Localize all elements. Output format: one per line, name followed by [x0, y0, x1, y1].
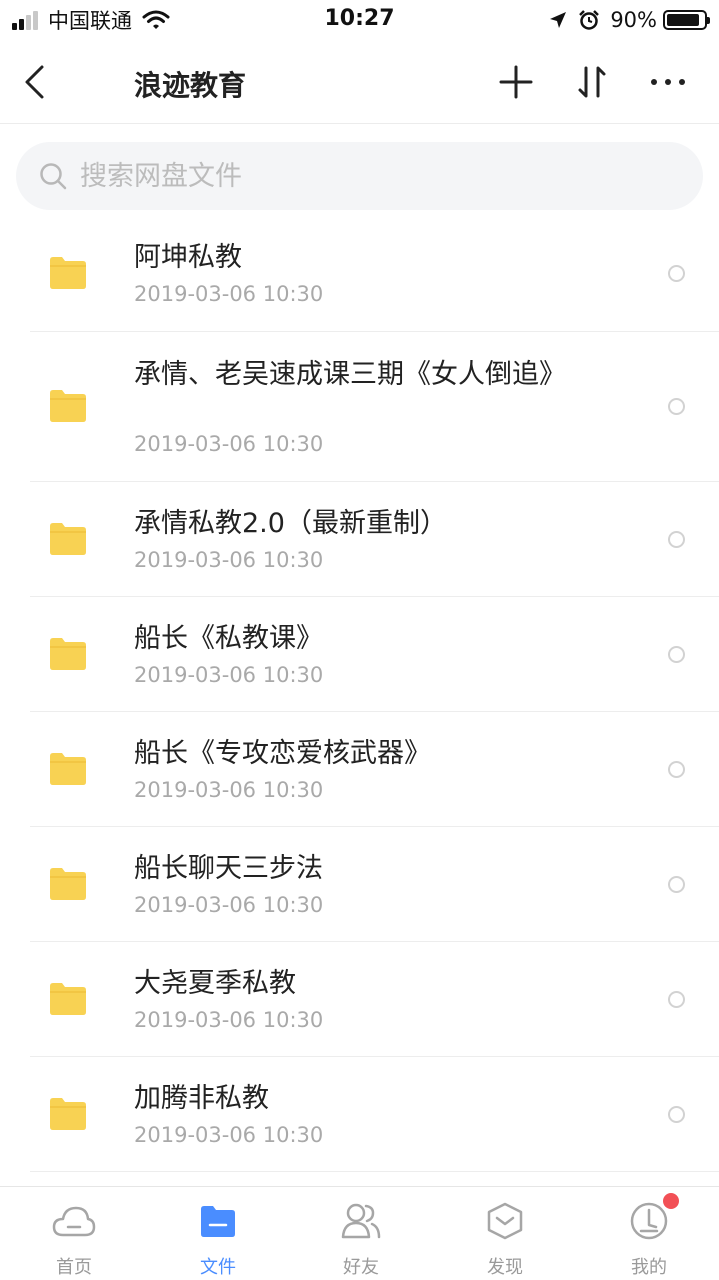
file-name: 阿坤私教 [134, 242, 242, 273]
select-radio[interactable] [668, 760, 685, 778]
sort-icon [578, 66, 606, 98]
select-radio[interactable] [668, 265, 685, 282]
select-radio[interactable] [668, 530, 685, 548]
nav-bar: 浪迹教育 [0, 40, 719, 124]
tab-friends[interactable]: 好友 [311, 1187, 411, 1280]
battery-percent: 90% [610, 8, 657, 32]
plus-icon [499, 65, 533, 99]
file-name: 船长《私教课》 [134, 623, 323, 654]
file-date: 2019-03-06 10:30 [134, 1008, 324, 1032]
file-row[interactable]: 加腾非私教 2019-03-06 10:30 [0, 1057, 719, 1172]
status-right: 90% [548, 6, 710, 34]
add-button[interactable] [494, 60, 538, 104]
file-date: 2019-03-06 10:30 [134, 1123, 324, 1147]
discover-icon [485, 1201, 525, 1241]
folder-icon [50, 522, 86, 559]
file-row[interactable]: 承情私教2.0（最新重制） 2019-03-06 10:30 [0, 482, 719, 597]
folder-icon [50, 867, 86, 904]
status-bar: 中国联通 10:27 90% [0, 0, 719, 40]
cloud-icon [52, 1201, 96, 1241]
tab-label: 我的 [631, 1257, 667, 1278]
file-date: 2019-03-06 10:30 [134, 282, 324, 306]
file-name: 大尧夏季私教 [134, 968, 296, 999]
file-row[interactable]: 阿坤私教 2019-03-06 10:30 [0, 216, 719, 332]
file-name: 承情、老吴速成课三期《女人倒追》 [134, 359, 566, 390]
location-icon [548, 10, 568, 30]
folder-icon [50, 257, 86, 293]
select-radio[interactable] [668, 990, 685, 1008]
file-date: 2019-03-06 10:30 [134, 432, 324, 456]
file-name: 加腾非私教 [134, 1083, 269, 1114]
tab-label: 好友 [343, 1257, 379, 1278]
folder-icon [199, 1201, 237, 1241]
tab-home[interactable]: 首页 [24, 1187, 124, 1280]
file-name: 船长聊天三步法 [134, 853, 323, 884]
tab-label: 文件 [200, 1257, 236, 1278]
battery-icon [663, 10, 710, 30]
sort-button[interactable] [570, 60, 614, 104]
search-input[interactable] [80, 160, 640, 192]
folder-icon [50, 982, 86, 1019]
file-date: 2019-03-06 10:30 [134, 548, 324, 572]
more-dots-icon [651, 79, 685, 85]
file-name: 承情私教2.0（最新重制） [134, 508, 447, 539]
select-radio[interactable] [668, 1105, 685, 1123]
notification-badge [663, 1193, 679, 1209]
folder-icon [50, 637, 86, 674]
tab-profile[interactable]: 我的 [599, 1187, 699, 1280]
friends-icon [340, 1201, 382, 1241]
file-row[interactable]: 承情、老吴速成课三期《女人倒追》 2019-03-06 10:30 [0, 332, 719, 482]
profile-icon [629, 1193, 679, 1241]
file-date: 2019-03-06 10:30 [134, 778, 324, 802]
tab-files[interactable]: 文件 [168, 1187, 268, 1280]
tab-label: 首页 [56, 1257, 92, 1278]
file-row[interactable]: 船长聊天三步法 2019-03-06 10:30 [0, 827, 719, 942]
back-button[interactable] [22, 60, 62, 104]
more-button[interactable] [646, 60, 690, 104]
select-radio[interactable] [668, 398, 685, 415]
file-date: 2019-03-06 10:30 [134, 893, 324, 917]
file-row[interactable]: 船长《专攻恋爱核武器》 2019-03-06 10:30 [0, 712, 719, 827]
chevron-left-icon [25, 65, 44, 99]
folder-icon [50, 390, 86, 426]
file-row[interactable]: 大尧夏季私教 2019-03-06 10:30 [0, 942, 719, 1057]
folder-icon [50, 752, 86, 789]
file-date: 2019-03-06 10:30 [134, 663, 324, 687]
select-radio[interactable] [668, 645, 685, 663]
file-name: 船长《专攻恋爱核武器》 [134, 738, 431, 769]
tab-label: 发现 [487, 1257, 523, 1278]
select-radio[interactable] [668, 875, 685, 893]
search-icon [40, 163, 67, 190]
alarm-icon [578, 9, 600, 31]
file-list: 阿坤私教 2019-03-06 10:30 承情、老吴速成课三期《女人倒追》 2019… [0, 216, 719, 1172]
tab-bar: 首页 文件 好友 发现 我的 [0, 1186, 719, 1280]
file-row[interactable]: 船长《私教课》 2019-03-06 10:30 [0, 597, 719, 712]
page-title: 浪迹教育 [134, 69, 247, 102]
search-bar[interactable] [16, 142, 703, 210]
folder-icon [50, 1097, 86, 1134]
tab-discover[interactable]: 发现 [455, 1187, 555, 1280]
